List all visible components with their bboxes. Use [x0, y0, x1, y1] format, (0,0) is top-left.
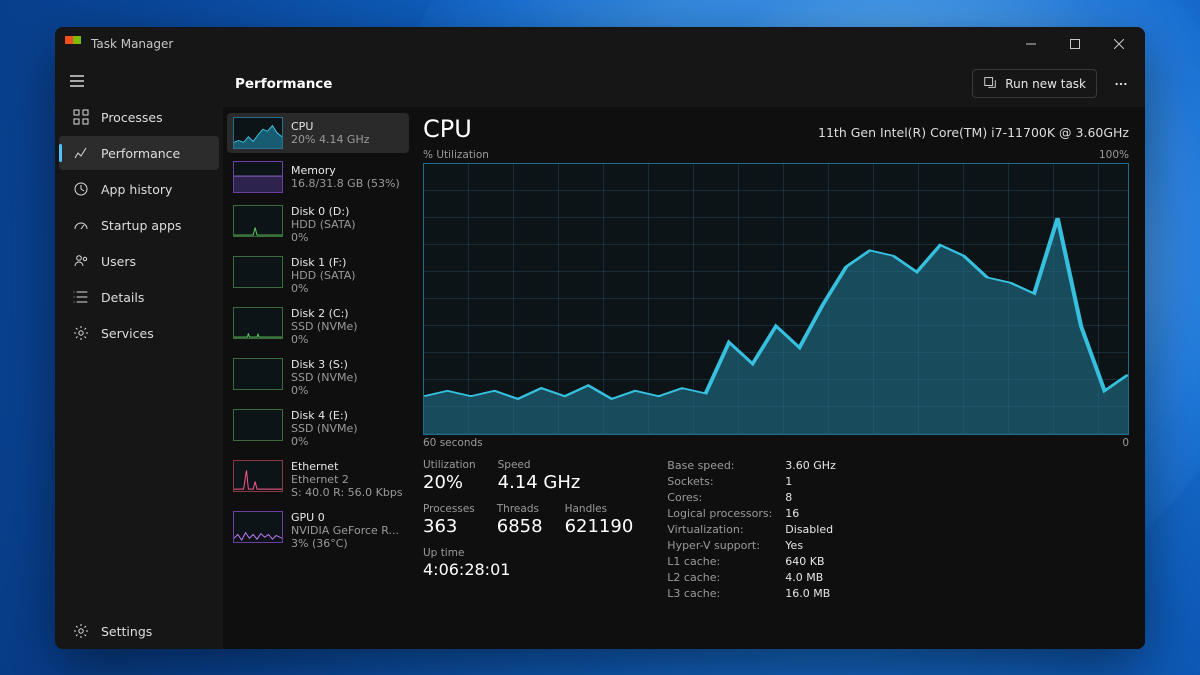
sidebar-item-label: Performance: [101, 146, 180, 161]
sidebar-item-performance[interactable]: Performance: [59, 136, 219, 170]
hamburger-button[interactable]: [55, 63, 223, 99]
resource-item-disk0[interactable]: Disk 0 (D:)HDD (SATA)0%: [227, 201, 409, 248]
sidebar-item-label: Services: [101, 326, 154, 341]
grid-icon: [73, 109, 89, 125]
resource-item-memory[interactable]: Memory16.8/31.8 GB (53%): [227, 157, 409, 197]
sidebar-item-startup-apps[interactable]: Startup apps: [59, 208, 219, 242]
run-new-task-button[interactable]: Run new task: [972, 69, 1097, 98]
cpu-thumb: [233, 117, 283, 149]
stat-uptime: 4:06:28:01: [423, 560, 633, 579]
maximize-button[interactable]: [1053, 27, 1097, 61]
chart-y-max: 100%: [1099, 149, 1129, 161]
chart-x-right: 0: [1122, 437, 1129, 449]
spec-table: Base speed:3.60 GHzSockets:1Cores:8Logic…: [667, 459, 836, 600]
cpu-chart[interactable]: [423, 163, 1129, 435]
sidebar-item-label: Processes: [101, 110, 163, 125]
resource-item-gpu[interactable]: GPU 0NVIDIA GeForce R...3% (36°C): [227, 507, 409, 554]
sidebar-item-services[interactable]: Services: [59, 316, 219, 350]
users-icon: [73, 253, 89, 269]
list-icon: [73, 289, 89, 305]
toolbar: Performance Run new task: [223, 61, 1145, 107]
memory-thumb: [233, 161, 283, 193]
resource-item-ethernet[interactable]: EthernetEthernet 2S: 40.0 R: 56.0 Kbps: [227, 456, 409, 503]
sidebar-item-label: Users: [101, 254, 136, 269]
minimize-button[interactable]: [1009, 27, 1053, 61]
stat-threads: 6858: [497, 516, 543, 537]
stat-processes: 363: [423, 516, 475, 537]
stat-handles: 621190: [565, 516, 634, 537]
disk-thumb: [233, 409, 283, 441]
settings-icon: [73, 623, 89, 639]
detail-subtitle: 11th Gen Intel(R) Core(TM) i7-11700K @ 3…: [818, 125, 1129, 140]
resource-list: CPU20% 4.14 GHz Memory16.8/31.8 GB (53%)…: [223, 107, 413, 649]
gpu-thumb: [233, 511, 283, 543]
resource-item-disk2[interactable]: Disk 2 (C:)SSD (NVMe)0%: [227, 303, 409, 350]
disk-thumb: [233, 256, 283, 288]
more-button[interactable]: [1107, 70, 1135, 98]
resource-item-cpu[interactable]: CPU20% 4.14 GHz: [227, 113, 409, 153]
gauge-icon: [73, 217, 89, 233]
detail-panel: CPU 11th Gen Intel(R) Core(TM) i7-11700K…: [413, 107, 1145, 649]
sidebar-item-users[interactable]: Users: [59, 244, 219, 278]
stat-speed: 4.14 GHz: [498, 472, 581, 493]
resource-item-disk3[interactable]: Disk 3 (S:)SSD (NVMe)0%: [227, 354, 409, 401]
chart-y-label: % Utilization: [423, 149, 489, 161]
chart-x-left: 60 seconds: [423, 437, 483, 449]
sidebar-item-details[interactable]: Details: [59, 280, 219, 314]
disk-thumb: [233, 205, 283, 237]
history-icon: [73, 181, 89, 197]
page-title: Performance: [235, 76, 332, 92]
sidebar-item-processes[interactable]: Processes: [59, 100, 219, 134]
detail-title: CPU: [423, 115, 472, 143]
run-task-icon: [983, 75, 997, 92]
run-new-task-label: Run new task: [1005, 77, 1086, 91]
task-manager-window: Task Manager Processes Performance App h…: [55, 27, 1145, 649]
resource-item-disk4[interactable]: Disk 4 (E:)SSD (NVMe)0%: [227, 405, 409, 452]
ethernet-thumb: [233, 460, 283, 492]
chart-icon: [73, 145, 89, 161]
window-title: Task Manager: [91, 37, 173, 51]
disk-thumb: [233, 307, 283, 339]
sidebar: Processes Performance App history Startu…: [55, 61, 223, 649]
titlebar[interactable]: Task Manager: [55, 27, 1145, 61]
sidebar-item-label: Details: [101, 290, 144, 305]
sidebar-item-label: App history: [101, 182, 172, 197]
sidebar-item-label: Settings: [101, 624, 152, 639]
stat-utilization: 20%: [423, 472, 476, 493]
close-button[interactable]: [1097, 27, 1141, 61]
sidebar-item-app-history[interactable]: App history: [59, 172, 219, 206]
sidebar-item-label: Startup apps: [101, 218, 181, 233]
app-icon: [65, 36, 81, 52]
disk-thumb: [233, 358, 283, 390]
resource-item-disk1[interactable]: Disk 1 (F:)HDD (SATA)0%: [227, 252, 409, 299]
gear-icon: [73, 325, 89, 341]
sidebar-item-settings[interactable]: Settings: [59, 614, 219, 648]
